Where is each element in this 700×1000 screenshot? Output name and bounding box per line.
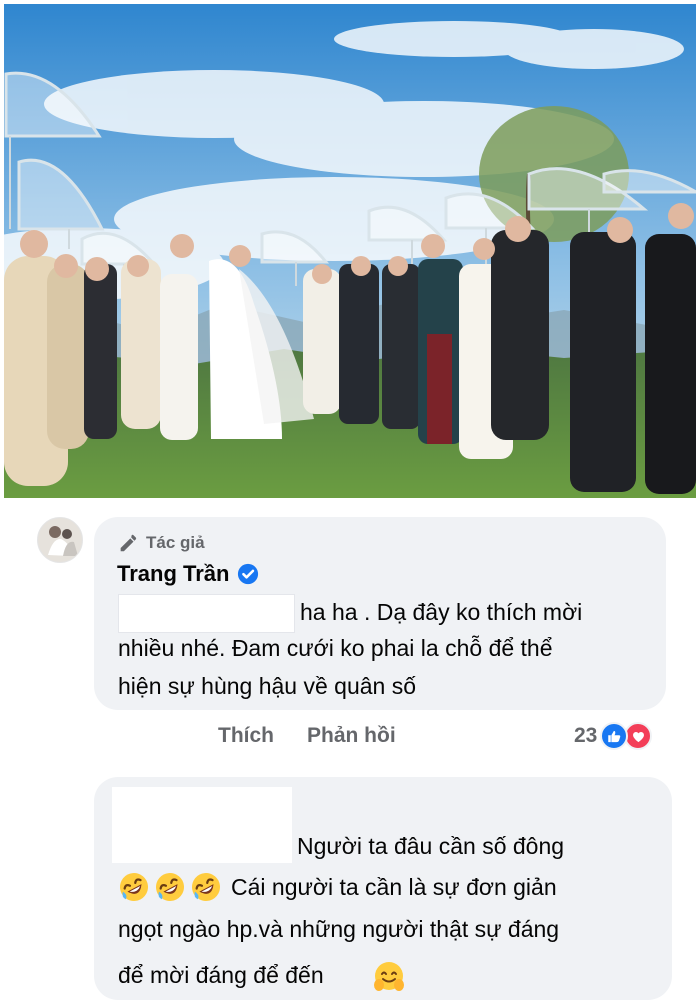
comment-actions: Thích Phản hồi [218,720,396,752]
pencil-icon [117,532,139,554]
love-icon [624,722,653,750]
rolling-on-floor-laughing-emoji [190,871,222,903]
comment-text-line: để mời đáng để đến [118,962,324,988]
author-name-row[interactable]: Trang Trần [117,559,259,589]
hugging-face-emoji [372,960,406,999]
screenshot-page: Tác giả Trang Trần ha ha . Dạ đây ko thí… [0,0,700,1000]
like-icon [600,722,629,750]
comment-text-line: ha ha . Dạ đây ko thích mời [300,599,583,625]
wedding-photo-illustration [4,4,696,498]
comment-text-line: nhiều nhé. Đam cưới ko phai la chỗ để th… [118,635,553,661]
redacted-mention [112,787,292,863]
reaction-count: 23 [574,724,598,747]
rolling-on-floor-laughing-emoji [118,871,150,903]
verified-badge-icon [237,563,259,585]
author-avatar[interactable] [37,517,83,563]
author-tag: Tác giả [117,531,205,555]
comment-text-line: Cái người ta cần là sự đơn giản [231,874,557,900]
comment-text-line: Người ta đâu cần số đông [297,833,565,859]
wedding-photo [4,4,696,498]
author-name[interactable]: Trang Trần [117,561,229,587]
reply-action-button[interactable]: Phản hồi [307,724,396,748]
redacted-mention [118,594,295,633]
comment-text-line: hiện sự hùng hậu về quân số [118,673,417,699]
like-action-button[interactable]: Thích [218,724,274,748]
author-tag-label: Tác giả [146,533,205,552]
reaction-summary[interactable]: 23 [574,721,674,751]
laughing-emoji-row [118,871,222,903]
comment-text-line: ngọt ngào hp.và những người thật sự đáng [118,916,560,942]
rolling-on-floor-laughing-emoji [154,871,186,903]
avatar-photo [38,518,82,562]
